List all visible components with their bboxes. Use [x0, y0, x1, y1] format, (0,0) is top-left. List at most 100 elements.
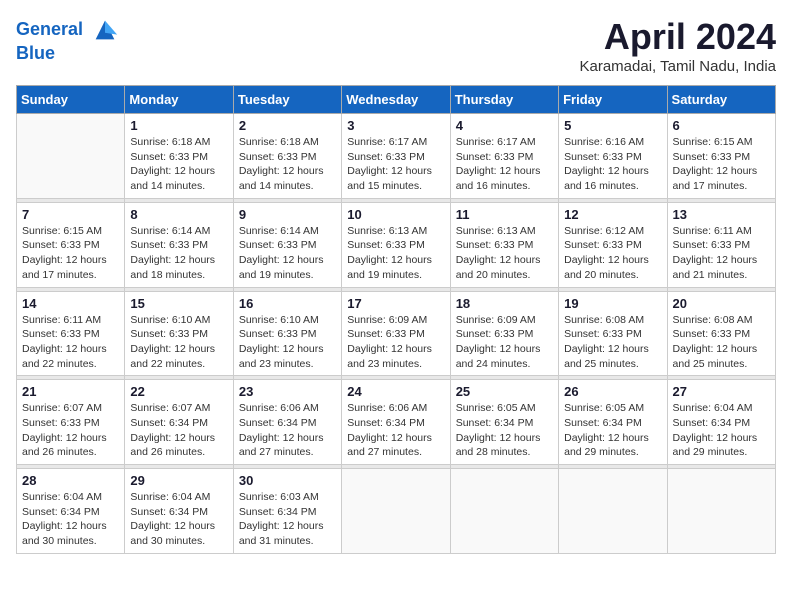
calendar-day-cell — [17, 114, 125, 199]
day-number: 29 — [130, 473, 227, 488]
calendar-day-cell — [559, 469, 667, 554]
day-detail: Sunrise: 6:13 AMSunset: 6:33 PMDaylight:… — [347, 224, 444, 283]
day-detail: Sunrise: 6:06 AMSunset: 6:34 PMDaylight:… — [239, 401, 336, 460]
day-detail: Sunrise: 6:08 AMSunset: 6:33 PMDaylight:… — [673, 313, 770, 372]
calendar-day-cell: 14 Sunrise: 6:11 AMSunset: 6:33 PMDayligh… — [17, 291, 125, 376]
day-number: 9 — [239, 207, 336, 222]
day-number: 2 — [239, 118, 336, 133]
day-detail: Sunrise: 6:10 AMSunset: 6:33 PMDaylight:… — [130, 313, 227, 372]
title-block: April 2024 Karamadai, Tamil Nadu, India — [580, 16, 777, 75]
calendar-day-cell: 19 Sunrise: 6:08 AMSunset: 6:33 PMDayligh… — [559, 291, 667, 376]
weekday-header-saturday: Saturday — [667, 86, 775, 114]
calendar-week-row: 21Sunrise: 6:07 AMSunset: 6:33 PMDayligh… — [17, 380, 776, 465]
logo: General Blue — [16, 16, 119, 64]
weekday-header-sunday: Sunday — [17, 86, 125, 114]
day-number: 10 — [347, 207, 444, 222]
day-number: 17 — [347, 296, 444, 311]
day-detail: Sunrise: 6:10 AMSunset: 6:33 PMDaylight:… — [239, 313, 336, 372]
day-detail: Sunrise: 6:08 AMSunset: 6:33 PMDaylight:… — [564, 313, 661, 372]
calendar-day-cell: 15 Sunrise: 6:10 AMSunset: 6:33 PMDayligh… — [125, 291, 233, 376]
day-detail: Sunrise: 6:11 AMSunset: 6:33 PMDaylight:… — [22, 313, 119, 372]
calendar-table: SundayMondayTuesdayWednesdayThursdayFrid… — [16, 85, 776, 554]
calendar-day-cell: 21Sunrise: 6:07 AMSunset: 6:33 PMDayligh… — [17, 380, 125, 465]
month-year-title: April 2024 — [580, 16, 777, 58]
day-detail: Sunrise: 6:07 AMSunset: 6:34 PMDaylight:… — [130, 401, 227, 460]
day-number: 27 — [673, 384, 770, 399]
day-number: 26 — [564, 384, 661, 399]
calendar-week-row: 7Sunrise: 6:15 AMSunset: 6:33 PMDaylight… — [17, 202, 776, 287]
day-detail: Sunrise: 6:09 AMSunset: 6:33 PMDaylight:… — [456, 313, 553, 372]
day-detail: Sunrise: 6:17 AMSunset: 6:33 PMDaylight:… — [347, 135, 444, 194]
day-number: 24 — [347, 384, 444, 399]
day-detail: Sunrise: 6:14 AMSunset: 6:33 PMDaylight:… — [130, 224, 227, 283]
day-number: 13 — [673, 207, 770, 222]
calendar-day-cell: 4 Sunrise: 6:17 AMSunset: 6:33 PMDaylight… — [450, 114, 558, 199]
day-detail: Sunrise: 6:15 AMSunset: 6:33 PMDaylight:… — [673, 135, 770, 194]
day-detail: Sunrise: 6:18 AMSunset: 6:33 PMDaylight:… — [130, 135, 227, 194]
calendar-week-row: 28Sunrise: 6:04 AMSunset: 6:34 PMDayligh… — [17, 469, 776, 554]
calendar-day-cell: 20 Sunrise: 6:08 AMSunset: 6:33 PMDayligh… — [667, 291, 775, 376]
day-detail: Sunrise: 6:09 AMSunset: 6:33 PMDaylight:… — [347, 313, 444, 372]
day-number: 1 — [130, 118, 227, 133]
day-number: 15 — [130, 296, 227, 311]
weekday-header-row: SundayMondayTuesdayWednesdayThursdayFrid… — [17, 86, 776, 114]
calendar-day-cell: 13 Sunrise: 6:11 AMSunset: 6:33 PMDayligh… — [667, 202, 775, 287]
day-number: 3 — [347, 118, 444, 133]
weekday-header-thursday: Thursday — [450, 86, 558, 114]
calendar-day-cell — [450, 469, 558, 554]
day-number: 19 — [564, 296, 661, 311]
calendar-day-cell: 16 Sunrise: 6:10 AMSunset: 6:33 PMDayligh… — [233, 291, 341, 376]
calendar-day-cell: 3 Sunrise: 6:17 AMSunset: 6:33 PMDaylight… — [342, 114, 450, 199]
calendar-day-cell: 6 Sunrise: 6:15 AMSunset: 6:33 PMDaylight… — [667, 114, 775, 199]
day-number: 6 — [673, 118, 770, 133]
day-number: 8 — [130, 207, 227, 222]
calendar-day-cell: 25 Sunrise: 6:05 AMSunset: 6:34 PMDayligh… — [450, 380, 558, 465]
calendar-day-cell: 24Sunrise: 6:06 AMSunset: 6:34 PMDayligh… — [342, 380, 450, 465]
logo-subtext: Blue — [16, 44, 119, 64]
day-number: 16 — [239, 296, 336, 311]
logo-text: General — [16, 16, 119, 44]
calendar-day-cell: 27 Sunrise: 6:04 AMSunset: 6:34 PMDayligh… — [667, 380, 775, 465]
weekday-header-monday: Monday — [125, 86, 233, 114]
calendar-day-cell: 17 Sunrise: 6:09 AMSunset: 6:33 PMDayligh… — [342, 291, 450, 376]
day-number: 23 — [239, 384, 336, 399]
calendar-day-cell: 29 Sunrise: 6:04 AMSunset: 6:34 PMDayligh… — [125, 469, 233, 554]
day-detail: Sunrise: 6:04 AMSunset: 6:34 PMDaylight:… — [673, 401, 770, 460]
calendar-week-row: 1 Sunrise: 6:18 AMSunset: 6:33 PMDaylight… — [17, 114, 776, 199]
day-detail: Sunrise: 6:16 AMSunset: 6:33 PMDaylight:… — [564, 135, 661, 194]
day-detail: Sunrise: 6:04 AMSunset: 6:34 PMDaylight:… — [22, 490, 119, 549]
day-number: 5 — [564, 118, 661, 133]
day-detail: Sunrise: 6:04 AMSunset: 6:34 PMDaylight:… — [130, 490, 227, 549]
day-number: 14 — [22, 296, 119, 311]
day-number: 7 — [22, 207, 119, 222]
calendar-day-cell: 2 Sunrise: 6:18 AMSunset: 6:33 PMDaylight… — [233, 114, 341, 199]
day-number: 11 — [456, 207, 553, 222]
calendar-day-cell: 26Sunrise: 6:05 AMSunset: 6:34 PMDayligh… — [559, 380, 667, 465]
day-number: 4 — [456, 118, 553, 133]
day-number: 18 — [456, 296, 553, 311]
calendar-day-cell: 10 Sunrise: 6:13 AMSunset: 6:33 PMDayligh… — [342, 202, 450, 287]
day-number: 20 — [673, 296, 770, 311]
day-number: 25 — [456, 384, 553, 399]
calendar-day-cell: 22Sunrise: 6:07 AMSunset: 6:34 PMDayligh… — [125, 380, 233, 465]
day-detail: Sunrise: 6:03 AMSunset: 6:34 PMDaylight:… — [239, 490, 336, 549]
calendar-week-row: 14 Sunrise: 6:11 AMSunset: 6:33 PMDayligh… — [17, 291, 776, 376]
calendar-day-cell: 9 Sunrise: 6:14 AMSunset: 6:33 PMDaylight… — [233, 202, 341, 287]
day-detail: Sunrise: 6:14 AMSunset: 6:33 PMDaylight:… — [239, 224, 336, 283]
calendar-day-cell: 23 Sunrise: 6:06 AMSunset: 6:34 PMDayligh… — [233, 380, 341, 465]
calendar-day-cell: 30Sunrise: 6:03 AMSunset: 6:34 PMDayligh… — [233, 469, 341, 554]
day-detail: Sunrise: 6:11 AMSunset: 6:33 PMDaylight:… — [673, 224, 770, 283]
location-subtitle: Karamadai, Tamil Nadu, India — [580, 58, 777, 75]
day-detail: Sunrise: 6:05 AMSunset: 6:34 PMDaylight:… — [456, 401, 553, 460]
calendar-day-cell — [667, 469, 775, 554]
weekday-header-wednesday: Wednesday — [342, 86, 450, 114]
calendar-day-cell: 28Sunrise: 6:04 AMSunset: 6:34 PMDayligh… — [17, 469, 125, 554]
day-detail: Sunrise: 6:18 AMSunset: 6:33 PMDaylight:… — [239, 135, 336, 194]
weekday-header-tuesday: Tuesday — [233, 86, 341, 114]
calendar-day-cell: 8 Sunrise: 6:14 AMSunset: 6:33 PMDaylight… — [125, 202, 233, 287]
calendar-day-cell — [342, 469, 450, 554]
page-header: General Blue April 2024 Karamadai, Tamil… — [16, 16, 776, 75]
day-detail: Sunrise: 6:17 AMSunset: 6:33 PMDaylight:… — [456, 135, 553, 194]
day-detail: Sunrise: 6:12 AMSunset: 6:33 PMDaylight:… — [564, 224, 661, 283]
weekday-header-friday: Friday — [559, 86, 667, 114]
